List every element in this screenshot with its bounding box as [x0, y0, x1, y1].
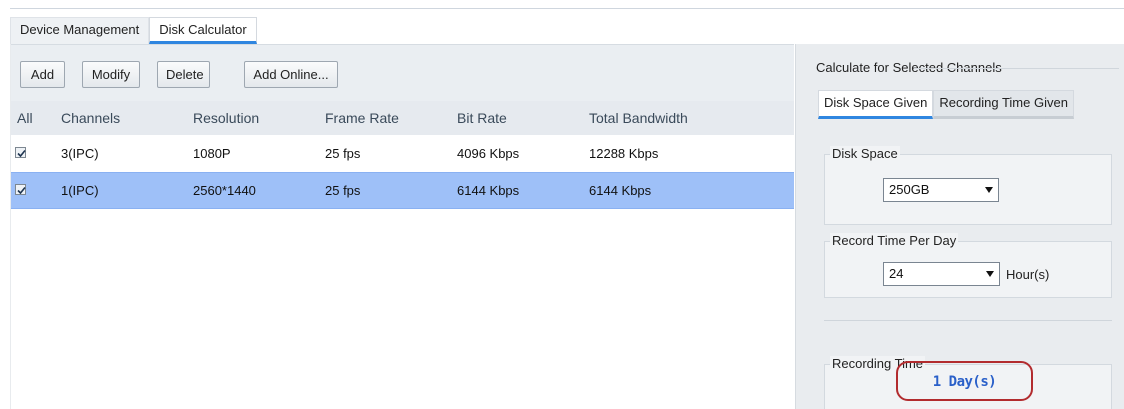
table-row[interactable]: 1(IPC) 2560*1440 25 fps 6144 Kbps 6144 K…	[11, 172, 794, 209]
checkmark-icon	[17, 186, 26, 195]
row-checkbox[interactable]	[15, 184, 26, 195]
channel-cell: 1(IPC)	[61, 183, 99, 198]
disk-space-value: 250GB	[889, 182, 930, 197]
column-header-channels[interactable]: Channels	[61, 101, 120, 135]
record-time-select[interactable]: 24	[883, 262, 1000, 286]
disk-space-group: Disk Space 250GB	[824, 146, 1112, 225]
title-divider	[914, 68, 1119, 69]
table-row[interactable]: 3(IPC) 1080P 25 fps 4096 Kbps 12288 Kbps	[11, 135, 794, 172]
resolution-cell: 1080P	[193, 146, 231, 161]
chevron-down-icon	[985, 187, 993, 193]
tab-device-management[interactable]: Device Management	[10, 17, 150, 44]
row-checkbox[interactable]	[15, 147, 26, 158]
channel-cell: 3(IPC)	[61, 146, 99, 161]
calc-mode-tabs: Disk Space Given Recording Time Given	[818, 90, 1074, 119]
channel-list-panel: Add Modify Delete Add Online... All Chan…	[10, 44, 794, 409]
hours-unit-label: Hour(s)	[1006, 267, 1050, 282]
frame-rate-cell: 25 fps	[325, 146, 361, 161]
recording-time-value: 1 Day(s)	[932, 374, 997, 390]
column-header-total-bandwidth[interactable]: Total Bandwidth	[589, 101, 688, 135]
resolution-cell: 2560*1440	[193, 183, 256, 198]
disk-space-select[interactable]: 250GB	[883, 178, 999, 202]
column-header-resolution[interactable]: Resolution	[193, 101, 259, 135]
record-time-label: Record Time Per Day	[830, 233, 959, 248]
column-header-frame-rate[interactable]: Frame Rate	[325, 101, 399, 135]
main-tab-bar: Device Management Disk Calculator	[10, 17, 257, 44]
calculator-panel: Calculate for Selected Channels Disk Spa…	[795, 44, 1124, 409]
bandwidth-cell: 6144 Kbps	[589, 183, 652, 198]
disk-space-label: Disk Space	[830, 146, 900, 161]
recording-time-highlight: 1 Day(s)	[896, 361, 1033, 401]
tab-disk-space-given[interactable]: Disk Space Given	[818, 90, 934, 119]
record-time-value: 24	[889, 266, 904, 281]
record-time-group: Record Time Per Day 24 Hour(s)	[824, 233, 1112, 298]
bit-rate-cell: 4096 Kbps	[457, 146, 520, 161]
column-header-all[interactable]: All	[17, 101, 33, 135]
column-header-bit-rate[interactable]: Bit Rate	[457, 101, 507, 135]
bit-rate-cell: 6144 Kbps	[457, 183, 520, 198]
top-divider	[10, 8, 1124, 9]
tab-recording-time-given[interactable]: Recording Time Given	[933, 90, 1074, 119]
frame-rate-cell: 25 fps	[325, 183, 361, 198]
toolbar: Add Modify Delete Add Online...	[11, 44, 794, 101]
checkmark-icon	[17, 149, 26, 158]
delete-button[interactable]: Delete	[157, 61, 210, 88]
bandwidth-cell: 12288 Kbps	[589, 146, 659, 161]
list-header: All Channels Resolution Frame Rate Bit R…	[11, 101, 794, 135]
section-divider	[824, 320, 1112, 321]
modify-button[interactable]: Modify	[82, 61, 140, 88]
chevron-down-icon	[986, 271, 994, 277]
add-online-button[interactable]: Add Online...	[244, 61, 338, 88]
tab-disk-calculator[interactable]: Disk Calculator	[149, 17, 257, 44]
add-button[interactable]: Add	[20, 61, 65, 88]
